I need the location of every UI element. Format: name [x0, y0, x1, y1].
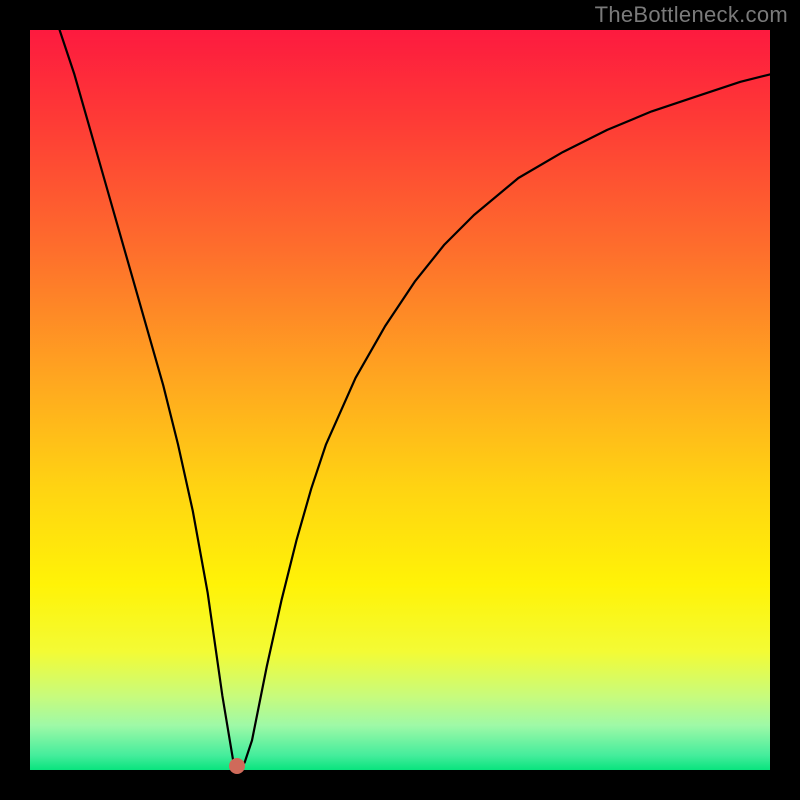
bottleneck-curve: [30, 30, 770, 770]
chart-container: TheBottleneck.com: [0, 0, 800, 800]
plot-frame: [30, 30, 770, 770]
minimum-marker-icon: [229, 758, 245, 774]
attribution-text: TheBottleneck.com: [595, 2, 788, 28]
